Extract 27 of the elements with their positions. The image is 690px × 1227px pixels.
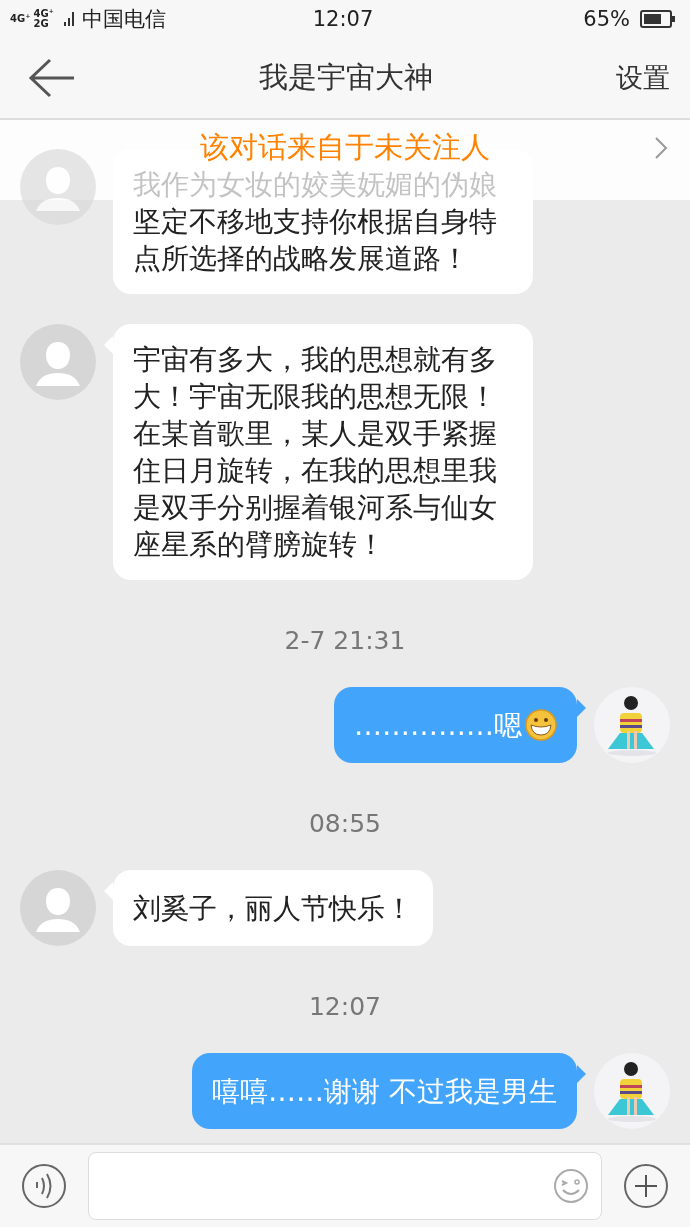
- back-arrow-icon[interactable]: [28, 58, 76, 98]
- signal-icon: [64, 10, 77, 28]
- timestamp: 2-7 21:31: [284, 625, 406, 657]
- battery-icon: [640, 10, 676, 28]
- message-text: 宇宙有多大，我的思想就有多大！宇宙无限我的思想无限！在某首歌里，某人是双手紧握住日月旋转，在我的思想里我是双手分别握着银河系与仙女座星系的臂膀旋转！: [133, 342, 498, 563]
- avatar-placeholder-icon: [20, 149, 96, 225]
- message-text: 嘻嘻……谢谢 不过我是男生: [212, 1073, 557, 1110]
- notice-text: 该对话来自于未关注人: [200, 130, 490, 164]
- timestamp: 08:55: [308, 808, 381, 840]
- timestamp: 12:07: [308, 991, 381, 1023]
- add-icon[interactable]: [623, 1163, 669, 1209]
- message-input[interactable]: [88, 1152, 602, 1220]
- status-time: 12:07: [312, 7, 374, 31]
- message-text: ……………嗯: [354, 707, 522, 744]
- network-label: 4G⁺: [10, 14, 31, 24]
- settings-button[interactable]: 设置: [616, 60, 670, 96]
- network-label: 4G⁺ 2G: [33, 9, 55, 29]
- faded-message-text: 我作为女妆的姣美妩媚的伪娘: [133, 167, 498, 203]
- message-text: 刘奚子，丽人节快乐！: [133, 890, 413, 927]
- voice-icon[interactable]: [21, 1163, 67, 1209]
- chevron-right-icon: [654, 136, 668, 160]
- avatar-placeholder-icon: [20, 870, 96, 946]
- battery-percent: 65%: [583, 7, 630, 31]
- message-text: 坚定不移地支持你根据自身特点所选择的战略发展道路！: [133, 204, 498, 277]
- avatar-placeholder-icon: [20, 324, 96, 400]
- carrier-name: 中国电信: [82, 6, 167, 33]
- chat-title: 我是宇宙大神: [259, 59, 433, 96]
